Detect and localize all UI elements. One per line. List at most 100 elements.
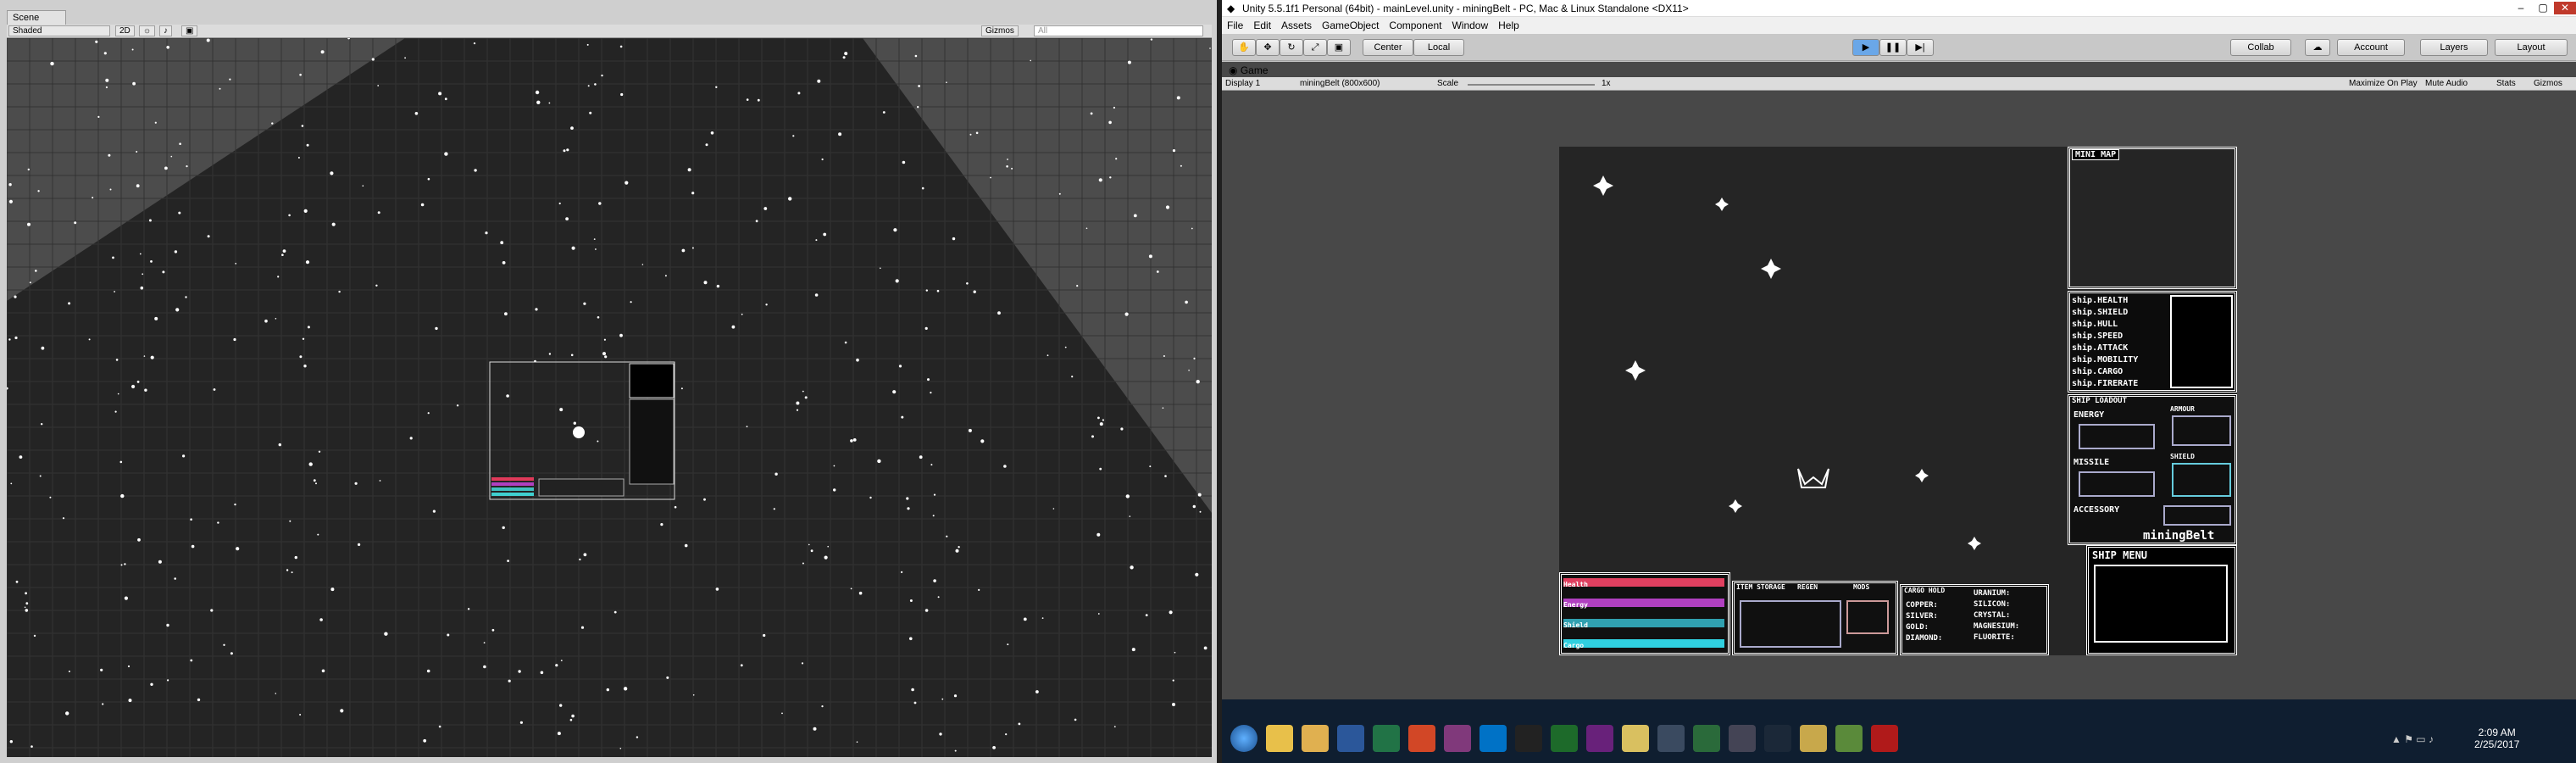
start-button-icon[interactable] bbox=[1230, 725, 1257, 752]
intellij-icon[interactable] bbox=[1515, 725, 1542, 752]
scene-star bbox=[362, 185, 364, 187]
scene-viewport[interactable] bbox=[7, 38, 1212, 757]
display-dropdown[interactable]: Display 1 bbox=[1225, 79, 1260, 88]
scene-star bbox=[233, 337, 236, 342]
audio-toggle-icon[interactable]: ♪ bbox=[159, 25, 172, 36]
league-icon[interactable] bbox=[1800, 725, 1827, 752]
mode-2d-button[interactable]: 2D bbox=[115, 25, 135, 36]
collab-button[interactable]: Collab bbox=[2230, 39, 2291, 56]
visual-studio-icon[interactable] bbox=[1586, 725, 1613, 752]
menu-file[interactable]: File bbox=[1222, 17, 1248, 34]
game-canvas[interactable]: MINI MAP ship.HEALTH ship.SHIELD ship.HU… bbox=[1559, 147, 2237, 655]
scene-star bbox=[426, 669, 430, 673]
menu-component[interactable]: Component bbox=[1384, 17, 1446, 34]
scene-star bbox=[213, 388, 216, 391]
scene-star bbox=[927, 378, 930, 382]
scene-star bbox=[485, 231, 488, 235]
file-explorer-icon[interactable] bbox=[1302, 725, 1329, 752]
energy-slots[interactable] bbox=[2079, 424, 2155, 449]
resolution-dropdown[interactable]: miningBelt (800x600) bbox=[1300, 79, 1380, 88]
stat-hull: ship.HULL bbox=[2072, 320, 2118, 329]
scene-star bbox=[535, 90, 540, 95]
move-tool-icon[interactable]: ✥ bbox=[1256, 39, 1280, 56]
steam-icon[interactable] bbox=[1764, 725, 1791, 752]
scene-star bbox=[660, 523, 663, 526]
gizmos-dropdown[interactable]: Gizmos bbox=[981, 25, 1019, 36]
game-gizmos-dropdown[interactable]: Gizmos bbox=[2534, 79, 2562, 88]
hand-tool-icon[interactable]: ✋ bbox=[1232, 39, 1256, 56]
scene-star bbox=[1169, 610, 1173, 615]
stats-toggle[interactable]: Stats bbox=[2496, 79, 2516, 88]
pycharm-icon[interactable] bbox=[1551, 725, 1578, 752]
scene-star bbox=[379, 480, 381, 482]
scene-star bbox=[291, 571, 293, 574]
outlook-icon[interactable] bbox=[1480, 725, 1507, 752]
layers-dropdown[interactable]: Layers bbox=[2420, 39, 2488, 56]
scene-star bbox=[294, 555, 297, 560]
step-button-icon[interactable]: ▶| bbox=[1907, 39, 1934, 56]
minimize-button[interactable]: – bbox=[2510, 2, 2532, 14]
pivot-local-button[interactable]: Local bbox=[1413, 39, 1464, 56]
scene-star bbox=[354, 482, 358, 485]
cloud-icon[interactable]: ☁ bbox=[2305, 39, 2330, 56]
close-button[interactable]: ✕ bbox=[2554, 2, 2576, 14]
ore-uranium: URANIUM: bbox=[1974, 589, 2011, 598]
system-tray-icons[interactable]: ▲ ⚑ ▭ ♪ bbox=[2391, 733, 2434, 745]
menu-edit[interactable]: Edit bbox=[1248, 17, 1276, 34]
powerpoint-icon[interactable] bbox=[1408, 725, 1435, 752]
word-icon[interactable] bbox=[1337, 725, 1364, 752]
scene-star bbox=[1197, 493, 1202, 497]
layout-dropdown[interactable]: Layout bbox=[2495, 39, 2568, 56]
storage-grid[interactable] bbox=[1740, 600, 1841, 648]
maximize-on-play-toggle[interactable]: Maximize On Play bbox=[2349, 79, 2418, 88]
flash-icon[interactable] bbox=[1871, 725, 1898, 752]
game-tab[interactable]: ◉ Game bbox=[1229, 64, 1269, 76]
app-icon[interactable] bbox=[1622, 725, 1649, 752]
rotate-tool-icon[interactable]: ↻ bbox=[1280, 39, 1303, 56]
scene-star bbox=[1099, 467, 1102, 471]
menu-help[interactable]: Help bbox=[1493, 17, 1524, 34]
onenote-icon[interactable] bbox=[1444, 725, 1471, 752]
scene-star bbox=[136, 184, 140, 188]
excel-icon[interactable] bbox=[1373, 725, 1400, 752]
ship-menu-content[interactable] bbox=[2094, 565, 2228, 643]
menu-assets[interactable]: Assets bbox=[1276, 17, 1317, 34]
shading-dropdown[interactable]: Shaded bbox=[8, 25, 110, 36]
scale-slider[interactable] bbox=[1468, 84, 1595, 86]
scene-star bbox=[715, 86, 718, 88]
accessory-slots[interactable] bbox=[2163, 505, 2231, 526]
effects-dropdown-icon[interactable]: ▣ bbox=[181, 25, 198, 36]
unity-icon[interactable] bbox=[1657, 725, 1685, 752]
scale-tool-icon[interactable]: ⤢ bbox=[1303, 39, 1327, 56]
armour-slots[interactable] bbox=[2172, 415, 2231, 446]
scene-star bbox=[338, 290, 341, 293]
maximize-button[interactable]: ▢ bbox=[2532, 2, 2554, 14]
menu-gameobject[interactable]: GameObject bbox=[1317, 17, 1384, 34]
xbox-icon[interactable] bbox=[1693, 725, 1720, 752]
chrome-icon[interactable] bbox=[1266, 725, 1293, 752]
scene-star bbox=[186, 165, 188, 168]
play-button-icon[interactable]: ▶ bbox=[1852, 39, 1879, 56]
rect-tool-icon[interactable]: ▣ bbox=[1327, 39, 1351, 56]
scene-star bbox=[230, 652, 233, 655]
lighting-toggle-icon[interactable]: ☼ bbox=[139, 25, 156, 36]
pivot-center-button[interactable]: Center bbox=[1363, 39, 1413, 56]
shield-slots[interactable] bbox=[2172, 463, 2231, 497]
mute-audio-toggle[interactable]: Mute Audio bbox=[2425, 79, 2468, 88]
minecraft-icon[interactable] bbox=[1835, 725, 1863, 752]
scene-star bbox=[746, 426, 748, 428]
scene-star bbox=[506, 394, 509, 398]
menu-window[interactable]: Window bbox=[1446, 17, 1493, 34]
gimp-icon[interactable] bbox=[1729, 725, 1756, 752]
scene-tab[interactable]: Scene bbox=[7, 10, 66, 25]
scene-search-input[interactable]: All bbox=[1034, 25, 1203, 36]
scene-star bbox=[955, 549, 959, 553]
missile-slots[interactable] bbox=[2079, 471, 2155, 497]
scene-star bbox=[1124, 312, 1129, 316]
mods-slot[interactable] bbox=[1846, 600, 1889, 634]
clock[interactable]: 2:09 AM 2/25/2017 bbox=[2474, 727, 2519, 750]
account-dropdown[interactable]: Account bbox=[2337, 39, 2405, 56]
pause-button-icon[interactable]: ❚❚ bbox=[1879, 39, 1907, 56]
scene-star bbox=[952, 237, 956, 241]
scene-star bbox=[914, 54, 918, 58]
